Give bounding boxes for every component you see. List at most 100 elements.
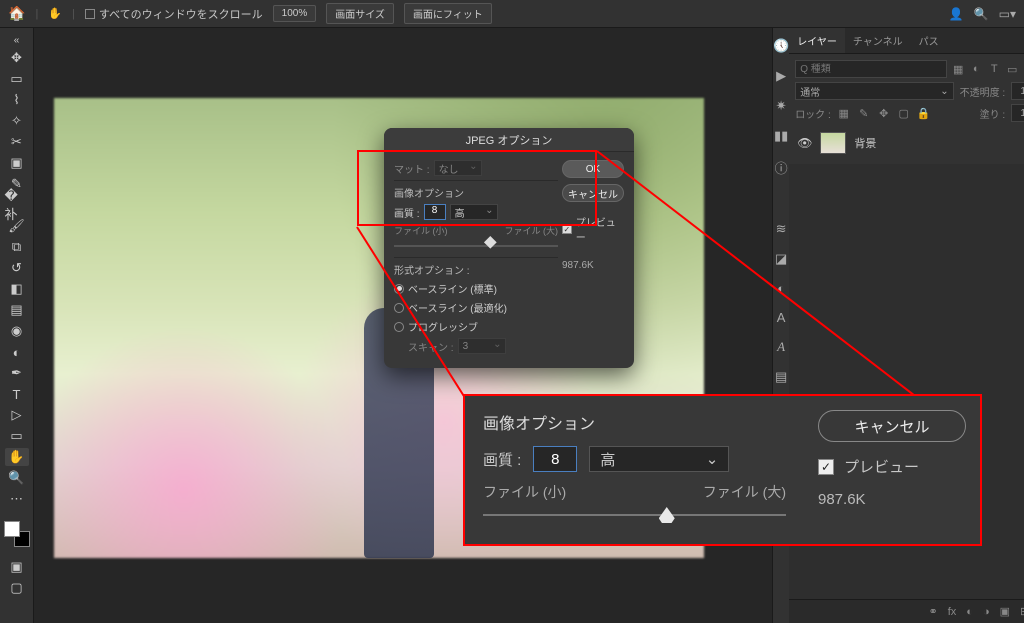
layers-footer: ⚭ fx ◐ ◑ ▣ ⊞ 🗑 — [789, 599, 1024, 623]
brush-panel-icon[interactable]: ≋ — [776, 221, 787, 237]
marquee-tool-icon[interactable]: ▭ — [5, 70, 29, 88]
type-tool-icon[interactable]: T — [5, 385, 29, 403]
quality-label: 画質 : — [394, 205, 420, 220]
callout-slider[interactable] — [483, 504, 786, 528]
actions-panel-icon[interactable]: ▶ — [776, 68, 786, 84]
character-panel-icon[interactable]: A — [777, 310, 786, 325]
fit-screen-button[interactable]: 画面サイズ — [326, 3, 394, 24]
panel-toggle-icon[interactable]: « — [5, 34, 29, 46]
workspace-icon[interactable]: ▭▾ — [999, 7, 1016, 21]
tab-channels[interactable]: チャンネル — [845, 28, 911, 53]
zoom-level[interactable]: 100% — [273, 5, 317, 22]
history-brush-icon[interactable]: ↺ — [5, 259, 29, 277]
histogram-panel-icon[interactable]: ▮▮ — [774, 128, 788, 144]
divider: | — [35, 8, 38, 20]
fit-window-button[interactable]: 画面にフィット — [404, 3, 492, 24]
preview-checkbox[interactable]: ✓プレビュー — [562, 214, 624, 244]
callout-quality-dropdown[interactable]: 高⌄ — [589, 446, 729, 472]
callout-quality-input[interactable]: 8 — [533, 446, 577, 472]
adjustment-layer-icon[interactable]: ◑ — [983, 606, 990, 618]
quickmask-icon[interactable]: ▣ — [5, 558, 29, 576]
heal-tool-icon[interactable]: �补 — [5, 196, 29, 214]
info-panel-icon[interactable]: ⓘ — [775, 158, 788, 177]
stamp-tool-icon[interactable]: ⧉ — [5, 238, 29, 256]
link-layers-icon[interactable]: ⚭ — [929, 605, 938, 618]
callout-file-large: ファイル (大) — [703, 482, 786, 502]
baseline-opt-radio[interactable]: ベースライン (最適化) — [394, 300, 558, 315]
blur-tool-icon[interactable]: ◉ — [5, 322, 29, 340]
filter-image-icon[interactable]: ▦ — [951, 62, 965, 76]
mask-icon[interactable]: ◐ — [966, 606, 973, 618]
blend-mode-dropdown[interactable]: 通常⌄ — [795, 82, 953, 100]
gradient-tool-icon[interactable]: ▤ — [5, 301, 29, 319]
image-options-label: 画像オプション — [394, 185, 558, 200]
adjustments-panel-icon[interactable]: ✷ — [776, 98, 787, 114]
quality-slider[interactable] — [394, 239, 558, 253]
shape-tool-icon[interactable]: ▭ — [5, 427, 29, 445]
history-panel-icon[interactable]: 🕔 — [773, 38, 789, 54]
layer-filter-input[interactable] — [795, 60, 947, 78]
lock-artboard-icon[interactable]: ▢ — [897, 106, 911, 120]
layer-panel-tabs: レイヤー チャンネル パス ≡ — [789, 28, 1024, 54]
matte-dropdown: なし — [434, 160, 482, 176]
divider: | — [72, 8, 75, 20]
path-tool-icon[interactable]: ▷ — [5, 406, 29, 424]
brush-tool-icon[interactable]: 🖌 — [5, 217, 29, 235]
dodge-tool-icon[interactable]: ◐ — [5, 343, 29, 361]
file-small-label: ファイル (小) — [394, 224, 448, 237]
search-icon[interactable]: 🔍 — [974, 7, 989, 21]
lock-move-icon[interactable]: ✥ — [877, 106, 891, 120]
callout-quality-label: 画質 : — [483, 449, 521, 470]
lock-position-icon[interactable]: ✎ — [857, 106, 871, 120]
matte-label: マット : — [394, 161, 430, 176]
crop-tool-icon[interactable]: ✂ — [5, 133, 29, 151]
hand-tool-icon[interactable]: ✋ — [5, 448, 29, 466]
wand-tool-icon[interactable]: ✧ — [5, 112, 29, 130]
lock-pixels-icon[interactable]: ▦ — [837, 106, 851, 120]
file-large-label: ファイル (大) — [505, 224, 559, 237]
layer-row[interactable]: 👁 背景 🔒 — [795, 128, 1024, 158]
tab-paths[interactable]: パス — [911, 28, 947, 53]
tab-layers[interactable]: レイヤー — [789, 28, 845, 53]
format-options-label: 形式オプション : — [394, 262, 558, 277]
filter-adjust-icon[interactable]: ◐ — [969, 62, 983, 76]
quality-dropdown[interactable]: 高 — [450, 204, 498, 220]
fill-label: 塗り : — [980, 106, 1006, 121]
filesize-label: 987.6K — [562, 260, 624, 271]
fx-icon[interactable]: fx — [948, 606, 957, 618]
filter-shape-icon[interactable]: ▭ — [1005, 62, 1019, 76]
scroll-all-checkbox[interactable]: すべてのウィンドウをスクロール — [85, 6, 263, 22]
swatches-panel-icon[interactable]: ◪ — [775, 251, 787, 267]
baseline-std-radio[interactable]: ベースライン (標準) — [394, 281, 558, 296]
zoom-tool-icon[interactable]: 🔍 — [5, 469, 29, 487]
group-icon[interactable]: ▣ — [1000, 605, 1010, 618]
move-tool-icon[interactable]: ✥ — [5, 49, 29, 67]
home-icon[interactable]: 🏠 — [8, 5, 25, 22]
lasso-tool-icon[interactable]: ⌇ — [5, 91, 29, 109]
screenmode-icon[interactable]: ▢ — [5, 579, 29, 597]
opacity-input[interactable]: 100% — [1011, 82, 1024, 100]
color-swatches[interactable] — [4, 521, 30, 547]
edit-toolbar-icon[interactable]: ⋯ — [5, 490, 29, 508]
lock-all-icon[interactable]: 🔒 — [917, 106, 931, 120]
eraser-tool-icon[interactable]: ◧ — [5, 280, 29, 298]
cancel-button[interactable]: キャンセル — [562, 184, 624, 202]
user-icon[interactable]: 👤 — [949, 7, 964, 21]
callout-cancel-button[interactable]: キャンセル — [818, 410, 966, 442]
new-layer-icon[interactable]: ⊞ — [1020, 605, 1024, 618]
paragraph-panel-icon[interactable]: A — [777, 339, 785, 355]
dialog-title: JPEG オプション — [384, 128, 634, 152]
layer-thumbnail[interactable] — [820, 132, 846, 154]
visibility-icon[interactable]: 👁 — [797, 136, 812, 150]
callout-file-small: ファイル (小) — [483, 482, 566, 502]
frame-tool-icon[interactable]: ▣ — [5, 154, 29, 172]
hand-icon[interactable]: ✋ — [48, 7, 62, 20]
fill-input[interactable]: 100% — [1011, 104, 1024, 122]
callout-preview-checkbox[interactable]: ✓プレビュー — [818, 456, 966, 477]
pen-tool-icon[interactable]: ✒ — [5, 364, 29, 382]
quality-input[interactable]: 8 — [424, 204, 446, 220]
libraries-panel-icon[interactable]: ▤ — [775, 369, 787, 385]
options-bar: 🏠 | ✋ | すべてのウィンドウをスクロール 100% 画面サイズ 画面にフィ… — [0, 0, 1024, 28]
filter-type-icon[interactable]: T — [987, 62, 1001, 76]
tools-panel: « ✥ ▭ ⌇ ✧ ✂ ▣ ✎ �补 🖌 ⧉ ↺ ◧ ▤ ◉ ◐ ✒ T ▷ ▭… — [0, 28, 34, 623]
